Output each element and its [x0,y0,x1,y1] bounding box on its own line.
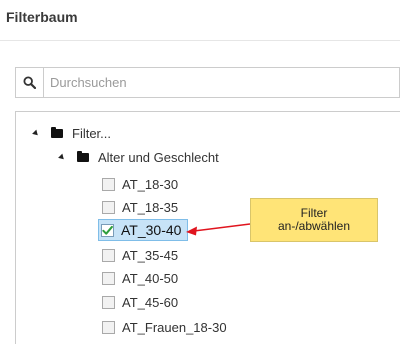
callout-line-2: an-/abwählen [277,219,351,233]
checkbox[interactable] [102,295,115,309]
search-box [15,67,400,98]
checkbox[interactable] [102,271,115,285]
tree-leaf-label: AT_Frauen_18-30 [122,319,227,335]
checkmark-icon [102,225,113,235]
folder-icon [51,126,63,138]
panel-title: Filterbaum [6,9,78,25]
checkbox[interactable] [102,248,115,262]
checkbox-checked[interactable] [101,223,114,237]
tree-node-label: Filter... [72,125,112,141]
tree-leaf-label: AT_18-30 [122,176,179,192]
header-divider [0,40,400,41]
checkbox[interactable] [102,200,115,214]
folder-icon [77,150,89,162]
checkbox[interactable] [102,177,115,191]
tree-leaf-label: AT_45-60 [122,294,179,310]
tree-leaf-label: AT_35-45 [122,247,179,263]
search-icon[interactable] [16,68,44,97]
tree-leaf-at-frauen-18-30[interactable]: AT_Frauen_18-30 [100,316,233,338]
caret-expanded-icon[interactable] [58,153,66,161]
search-input[interactable] [44,68,399,97]
tree-leaf-label: AT_40-50 [122,270,179,286]
tree-node-alter-geschlecht[interactable]: Alter und Geschlecht [58,147,219,167]
tree-leaf-at-35-45[interactable]: AT_35-45 [100,244,184,266]
tree-leaf-at-30-40[interactable]: AT_30-40 [98,219,189,241]
tree-leaf-label: AT_30-40 [121,222,182,238]
tree-leaf-at-40-50[interactable]: AT_40-50 [100,267,184,289]
annotation-arrow [186,223,251,236]
tree-leaf-at-18-35[interactable]: AT_18-35 [100,196,184,218]
tree-leaf-label: AT_18-35 [122,199,179,215]
annotation-callout: Filter an-/abwählen [250,198,378,242]
tree-node-label: Alter und Geschlecht [98,149,219,165]
checkbox[interactable] [102,320,115,334]
tree-leaf-at-45-60[interactable]: AT_45-60 [100,291,184,313]
caret-expanded-icon[interactable] [32,129,40,137]
tree-leaf-at-18-30[interactable]: AT_18-30 [100,173,184,195]
tree-node-filter-root[interactable]: Filter... [32,123,112,143]
